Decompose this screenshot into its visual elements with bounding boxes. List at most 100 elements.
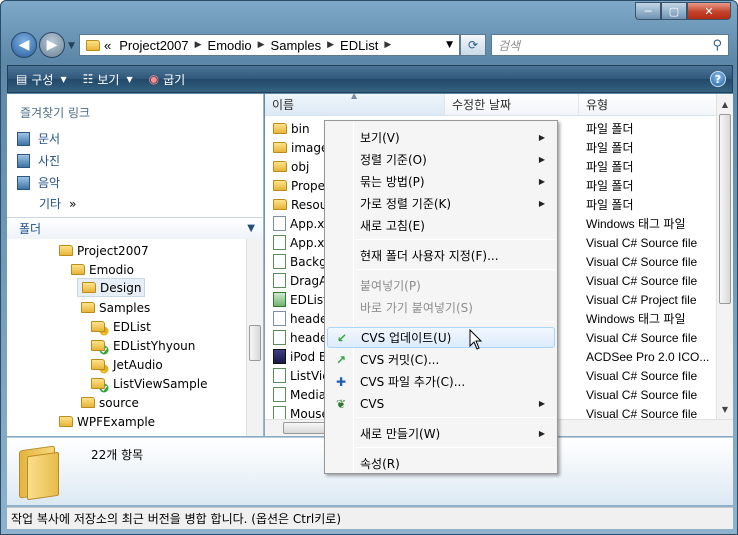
tree-item-emodio[interactable]: Emodio	[71, 260, 134, 279]
menu-item-14[interactable]: 속성(R)	[327, 453, 555, 474]
status-bar: 작업 복사에 저장소의 최근 버전을 병합 합니다. (옵션은 Ctrl키로)	[7, 507, 733, 529]
tree-item-edlist[interactable]: ! EDList	[91, 317, 151, 336]
file-list-vertical-scrollbar[interactable]: ▲ ▼	[716, 94, 733, 419]
submenu-arrow-icon: ▶	[538, 133, 545, 142]
favorite-more[interactable]: 기타 »	[39, 195, 76, 212]
breadcrumb-samples[interactable]: Samples	[267, 38, 326, 53]
tree-item-listviewsample[interactable]: ListViewSample	[91, 374, 207, 393]
folder-icon	[91, 340, 105, 351]
search-input[interactable]: 검색 ⚲	[491, 34, 729, 56]
menu-item-label: 새로 고침(E)	[360, 219, 425, 233]
scroll-up-icon[interactable]: ▲	[717, 96, 733, 112]
file-type: 파일 폴더	[586, 160, 634, 174]
close-button[interactable]: ✕	[687, 2, 731, 20]
file-type: 파일 폴더	[586, 122, 634, 136]
tree-label: EDListYhyoun	[113, 338, 196, 353]
file-name: Media	[290, 387, 327, 402]
scrollbar-thumb[interactable]	[719, 114, 731, 304]
back-button[interactable]: ◀	[11, 32, 37, 58]
menu-item-11[interactable]: ✚ CVS 파일 추가(C)...	[327, 371, 555, 392]
breadcrumb-project2007[interactable]: Project2007	[115, 38, 192, 53]
chevron-down-icon: ▼	[60, 74, 67, 84]
refresh-icon: ⟳	[467, 38, 479, 52]
tree-item-design[interactable]: Design	[77, 278, 145, 297]
folders-header[interactable]: 폴더 ▼	[7, 217, 263, 239]
scroll-down-icon[interactable]: ▼	[717, 401, 733, 417]
file-name: heade	[290, 311, 328, 326]
help-icon[interactable]: ?	[710, 71, 726, 87]
menu-item-8[interactable]: 바로 가기 붙여넣기(S)	[327, 297, 555, 318]
navigation-scrollbar[interactable]	[246, 239, 263, 436]
csharp-file-icon	[273, 235, 286, 250]
favorite-music[interactable]: 음악	[17, 174, 60, 191]
breadcrumb-separator-icon[interactable]: ▶	[256, 40, 267, 50]
chevron-down-icon: ▼	[247, 223, 255, 234]
views-menu[interactable]: ☷ 보기 ▼	[75, 66, 141, 92]
command-bar: ▤ 구성 ▼ ☷ 보기 ▼ ◉ 굽기 ?	[7, 65, 733, 93]
minimize-button[interactable]: ─	[635, 2, 661, 20]
menu-separator	[355, 239, 555, 240]
folder-icon	[273, 161, 287, 172]
favorite-pictures[interactable]: 사진	[17, 152, 60, 169]
tree-item-jetaudio[interactable]: ! JetAudio	[91, 355, 163, 374]
file-type: 파일 폴더	[586, 198, 634, 212]
menu-item-13[interactable]: 새로 만들기(W) ▶	[327, 423, 555, 444]
tree-label: EDList	[113, 319, 151, 334]
breadcrumb-separator-icon[interactable]: ▶	[193, 40, 204, 50]
menu-item-10[interactable]: ↗ CVS 커밋(C)...	[327, 349, 555, 370]
breadcrumb-separator-icon[interactable]: ▶	[382, 40, 393, 50]
menu-item-1[interactable]: 보기(V) ▶	[327, 127, 555, 148]
tree-item-wpfexample[interactable]: WPFExample	[59, 412, 155, 431]
menu-separator	[355, 447, 555, 448]
tree-item-project2007[interactable]: Project2007	[59, 241, 149, 260]
menu-item-label: 보기(V)	[360, 131, 400, 145]
column-header-name[interactable]: ▲ 이름	[265, 91, 445, 115]
tree-item-samples[interactable]: Samples	[81, 298, 150, 317]
maximize-button[interactable]: ▢	[661, 2, 687, 20]
tree-label: WPFExample	[77, 414, 156, 429]
cvs-update-icon: ↙	[336, 330, 348, 345]
column-header-type[interactable]: 유형	[579, 94, 717, 115]
item-count: 22개 항목	[91, 448, 144, 462]
refresh-button[interactable]: ⟳	[460, 34, 486, 56]
address-bar[interactable]: « Project2007 ▶ Emodio ▶ Samples ▶ EDLis…	[79, 34, 460, 56]
menu-separator	[355, 321, 555, 322]
favorite-documents[interactable]: 문서	[17, 130, 60, 147]
tree-label: Samples	[99, 300, 151, 315]
breadcrumb-edlist[interactable]: EDList	[336, 38, 382, 53]
breadcrumb-separator-icon[interactable]: ▶	[325, 40, 336, 50]
file-type: Visual C# Source file	[586, 387, 698, 402]
tree-item-source[interactable]: source	[81, 393, 139, 412]
column-type-label: 유형	[586, 98, 609, 112]
file-type: Visual C# Source file	[586, 254, 698, 269]
address-overflow[interactable]: «	[100, 38, 115, 53]
favorite-label: 음악	[38, 176, 61, 190]
menu-item-3[interactable]: 묶는 방법(P) ▶	[327, 171, 555, 192]
music-icon	[17, 175, 30, 190]
menu-item-6[interactable]: 현재 폴더 사용자 지정(F)...	[327, 245, 555, 266]
menu-item-9[interactable]: ↙ CVS 업데이트(U)	[327, 327, 555, 348]
file-name: Resou	[291, 197, 328, 212]
menu-item-7[interactable]: 붙여넣기(P)	[327, 275, 555, 296]
menu-item-label: 붙여넣기(P)	[360, 279, 421, 293]
search-icon[interactable]: ⚲	[712, 38, 722, 53]
scrollbar-thumb[interactable]	[249, 325, 261, 361]
column-header-date[interactable]: 수정한 날짜	[445, 94, 579, 115]
burn-button[interactable]: ◉ 굽기	[141, 66, 194, 92]
menu-item-5[interactable]: 새로 고침(E)	[327, 215, 555, 236]
document-file-icon	[273, 311, 286, 326]
recent-pages-dropdown[interactable]: ▼	[68, 41, 75, 51]
address-dropdown-icon[interactable]: ▼	[446, 40, 459, 50]
menu-item-12[interactable]: ❦ CVS ▶	[327, 393, 555, 414]
menu-item-label: 속성(R)	[360, 457, 400, 471]
breadcrumb-emodio[interactable]: Emodio	[204, 38, 256, 53]
folder-icon	[273, 123, 287, 134]
folder-icon	[273, 199, 287, 210]
menu-item-label: 묶는 방법(P)	[360, 175, 425, 189]
forward-button[interactable]: ▶	[39, 32, 65, 58]
menu-item-4[interactable]: 가로 정렬 기준(K) ▶	[327, 193, 555, 214]
tree-item-edlistyhyoun[interactable]: EDListYhyoun	[91, 336, 195, 355]
menu-item-2[interactable]: 정렬 기준(O) ▶	[327, 149, 555, 170]
organize-menu[interactable]: ▤ 구성 ▼	[8, 66, 75, 92]
more-chevron-icon: »	[69, 196, 77, 211]
